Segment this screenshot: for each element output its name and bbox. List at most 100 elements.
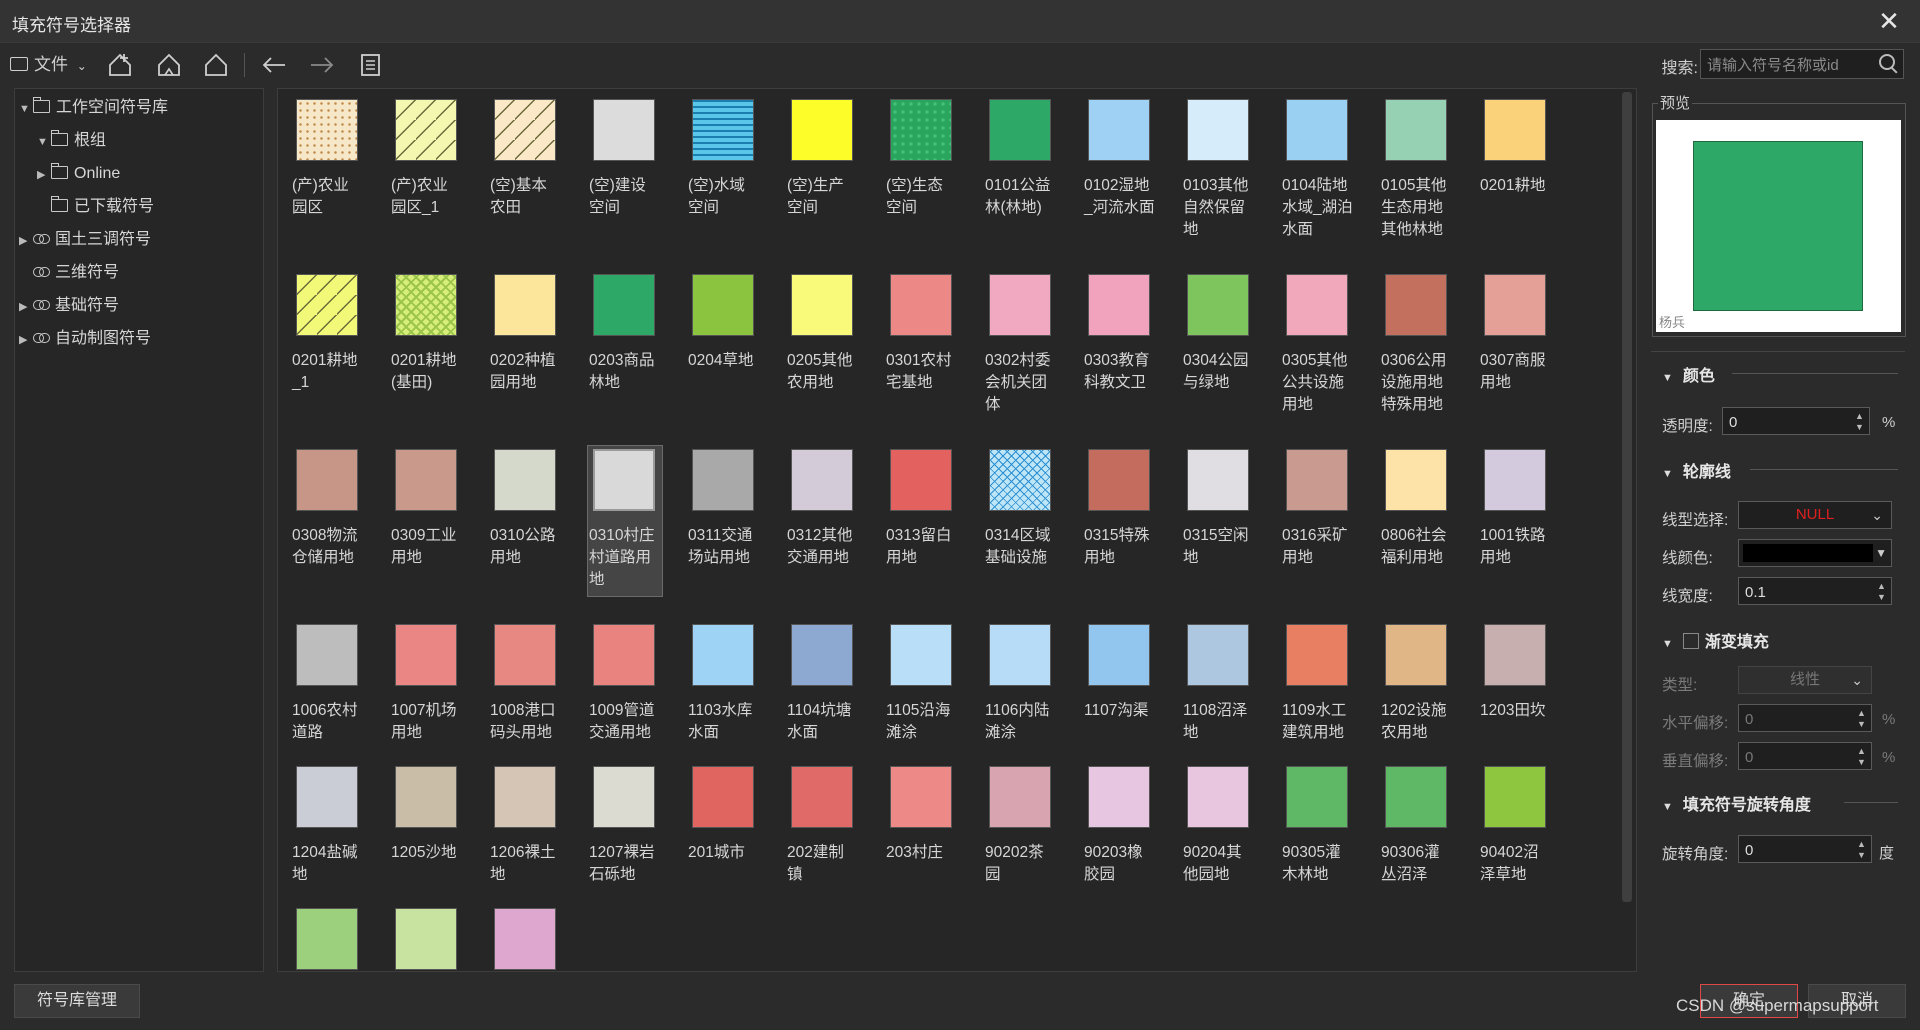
color-section-header[interactable]: ▼ 颜色 bbox=[1662, 362, 1715, 386]
tree-item[interactable]: ▶ 自动制图符号 bbox=[19, 324, 151, 354]
symbol-tile[interactable]: (空)生产空间 bbox=[785, 95, 879, 255]
expand-arrow-icon[interactable]: ▶ bbox=[19, 226, 33, 256]
forward-arrow-icon[interactable] bbox=[306, 43, 338, 87]
symbol-tile[interactable]: 1008港口码头用地 bbox=[488, 620, 582, 780]
symbol-list-icon[interactable] bbox=[356, 43, 386, 87]
symbol-tile[interactable]: (空)基本农田 bbox=[488, 95, 582, 255]
symbol-tile[interactable]: 201城市 bbox=[686, 762, 780, 922]
expand-arrow-icon[interactable]: ▶ bbox=[37, 160, 51, 190]
transparency-stepper[interactable]: ▲ ▼ bbox=[1722, 407, 1870, 435]
symbol-tile[interactable]: 0310公路用地 bbox=[488, 445, 582, 605]
home-icon[interactable] bbox=[202, 43, 230, 87]
symbol-tile[interactable]: (空)建设空间 bbox=[587, 95, 681, 255]
symbol-tile[interactable]: 0314区域基础设施 bbox=[983, 445, 1077, 605]
spin-up-icon[interactable]: ▲ bbox=[1857, 708, 1867, 718]
symbol-tile[interactable]: 0202种植园用地 bbox=[488, 270, 582, 430]
symbol-tile[interactable]: 0105其他生态用地其他林地 bbox=[1379, 95, 1473, 255]
spin-down-icon[interactable]: ▼ bbox=[1857, 850, 1867, 860]
symbol-tile[interactable]: 1203田坎 bbox=[1478, 620, 1572, 780]
symbol-tile[interactable]: 0205其他农用地 bbox=[785, 270, 879, 430]
file-menu-button[interactable]: 文件 ⌄ bbox=[10, 43, 87, 87]
rotation-stepper[interactable]: ▲ ▼ bbox=[1738, 835, 1872, 863]
new-library-icon[interactable] bbox=[155, 43, 183, 87]
symbol-tile[interactable]: 1103水库水面 bbox=[686, 620, 780, 780]
symbol-tile[interactable]: 0307商服用地 bbox=[1478, 270, 1572, 430]
symbol-tile[interactable]: 0306公用设施用地特殊用地 bbox=[1379, 270, 1473, 430]
symbol-tile[interactable]: (产)农业园区_1 bbox=[389, 95, 483, 255]
symbol-tile[interactable]: 1107沟渠 bbox=[1082, 620, 1176, 780]
symbol-tile[interactable]: 1205沙地 bbox=[389, 762, 483, 922]
symbol-tile[interactable]: 0301农村宅基地 bbox=[884, 270, 978, 430]
symbol-tile[interactable]: 0201耕地_1 bbox=[290, 270, 384, 430]
gradient-type-select[interactable]: 线性 ⌄ bbox=[1738, 666, 1872, 694]
symbol-tile[interactable]: 0315空闲地 bbox=[1181, 445, 1275, 605]
spin-up-icon[interactable]: ▲ bbox=[1855, 411, 1865, 421]
tree-item[interactable]: ▶ 基础符号 bbox=[19, 291, 119, 321]
symbol-tile[interactable]: 0316采矿用地 bbox=[1280, 445, 1374, 605]
symbol-tile[interactable]: 1007机场用地 bbox=[389, 620, 483, 780]
close-icon[interactable]: ✕ bbox=[1872, 4, 1906, 38]
symbol-tile[interactable]: 0201耕地 bbox=[1478, 95, 1572, 255]
linewidth-stepper[interactable]: ▲ ▼ bbox=[1738, 577, 1892, 605]
symbol-tile[interactable]: 90204其他园地 bbox=[1181, 762, 1275, 922]
symbol-tile[interactable]: 0102湿地_河流水面 bbox=[1082, 95, 1176, 255]
gradient-checkbox[interactable] bbox=[1682, 633, 1699, 649]
expand-arrow-icon[interactable]: ▼ bbox=[37, 127, 51, 157]
symbol-tile[interactable]: 1204盐碱地 bbox=[290, 762, 384, 922]
rotation-section-header[interactable]: ▼ 填充符号旋转角度 bbox=[1662, 791, 1811, 815]
back-arrow-icon[interactable] bbox=[258, 43, 290, 87]
symbol-tile[interactable]: 0315特殊用地 bbox=[1082, 445, 1176, 605]
symbol-tile[interactable]: 1202设施农用地 bbox=[1379, 620, 1473, 780]
linetype-select[interactable]: NULL ⌄ bbox=[1738, 501, 1892, 529]
symbol-tile[interactable]: 0312其他交通用地 bbox=[785, 445, 879, 605]
symbol-tile[interactable]: 0201耕地(基田) bbox=[389, 270, 483, 430]
expand-arrow-icon[interactable]: ▶ bbox=[19, 292, 33, 322]
symbol-tile[interactable]: 1009管道交通用地 bbox=[587, 620, 681, 780]
search-field[interactable] bbox=[1700, 49, 1904, 79]
linewidth-input[interactable] bbox=[1743, 581, 1867, 603]
tree-item[interactable]: 三维符号 bbox=[19, 258, 119, 288]
search-input[interactable] bbox=[1705, 53, 1869, 77]
spin-down-icon[interactable]: ▼ bbox=[1857, 757, 1867, 767]
rotation-input[interactable] bbox=[1743, 839, 1867, 861]
symbol-tile[interactable]: (产)农业园区 bbox=[290, 95, 384, 255]
linecolor-picker[interactable]: ▼ bbox=[1738, 539, 1892, 567]
new-group-icon[interactable] bbox=[106, 43, 134, 87]
symbol-tile[interactable]: 1001铁路用地 bbox=[1478, 445, 1572, 605]
symbol-tile[interactable]: 0103其他自然保留地 bbox=[1181, 95, 1275, 255]
symbol-tile[interactable]: 0101公益林(林地) bbox=[983, 95, 1077, 255]
symbol-tile[interactable]: 90203橡胶园 bbox=[1082, 762, 1176, 922]
tree-item[interactable]: ▶ Online bbox=[37, 159, 120, 189]
symbol-tile[interactable]: 202建制镇 bbox=[785, 762, 879, 922]
manage-library-button[interactable]: 符号库管理 bbox=[14, 984, 140, 1018]
voffset-stepper[interactable]: ▲ ▼ bbox=[1738, 742, 1872, 770]
symbol-tile[interactable]: 0204草地 bbox=[686, 270, 780, 430]
symbol-tile[interactable]: 1207裸岩石砾地 bbox=[587, 762, 681, 922]
spin-up-icon[interactable]: ▲ bbox=[1857, 839, 1867, 849]
voffset-input[interactable] bbox=[1743, 746, 1867, 768]
search-icon[interactable] bbox=[1879, 54, 1895, 70]
symbol-tile[interactable]: (空)生态空间 bbox=[884, 95, 978, 255]
symbol-tile[interactable]: 1106内陆滩涂 bbox=[983, 620, 1077, 780]
symbol-tile[interactable]: 1104坑塘水面 bbox=[785, 620, 879, 780]
symbol-tile[interactable]: 0311交通场站用地 bbox=[686, 445, 780, 605]
symbol-tile[interactable]: 90402沼泽草地 bbox=[1478, 762, 1572, 922]
spin-up-icon[interactable]: ▲ bbox=[1857, 746, 1867, 756]
symbol-tile[interactable]: 90305灌木林地 bbox=[1280, 762, 1374, 922]
symbol-tile[interactable]: 0309工业用地 bbox=[389, 445, 483, 605]
tree-item[interactable]: ▼ 工作空间符号库 bbox=[19, 93, 168, 123]
symbol-tile[interactable]: 1105沿海滩涂 bbox=[884, 620, 978, 780]
symbol-tile[interactable]: 0304公园与绿地 bbox=[1181, 270, 1275, 430]
spin-up-icon[interactable]: ▲ bbox=[1877, 581, 1887, 591]
symbol-tile[interactable]: 0203商品林地 bbox=[587, 270, 681, 430]
symbol-tile[interactable]: 0303教育科教文卫 bbox=[1082, 270, 1176, 430]
symbol-tile[interactable] bbox=[488, 904, 582, 971]
expand-arrow-icon[interactable]: ▼ bbox=[19, 94, 33, 124]
expand-arrow-icon[interactable]: ▶ bbox=[19, 325, 33, 355]
symbol-tile[interactable] bbox=[290, 904, 384, 971]
gradient-section-header[interactable]: ▼ 渐变填充 bbox=[1662, 628, 1769, 652]
symbol-tile[interactable]: 0806社会福利用地 bbox=[1379, 445, 1473, 605]
symbol-tile[interactable]: 1108沼泽地 bbox=[1181, 620, 1275, 780]
tree-item[interactable]: ▼ 根组 bbox=[37, 126, 106, 156]
spin-down-icon[interactable]: ▼ bbox=[1855, 422, 1865, 432]
